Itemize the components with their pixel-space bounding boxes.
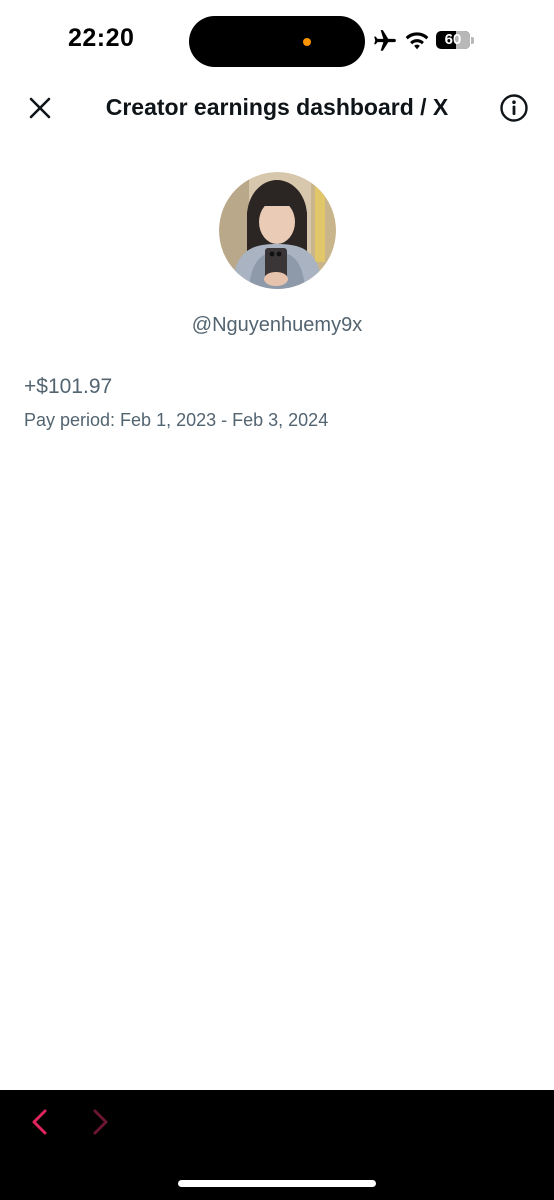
- chevron-left-icon: [32, 1109, 47, 1135]
- info-icon: [500, 94, 528, 122]
- close-icon: [29, 97, 51, 119]
- airplane-icon: [374, 30, 396, 51]
- battery-level: 60: [444, 31, 462, 48]
- username: @Nguyenhuemy9x: [191, 314, 363, 336]
- dynamic-island: [189, 16, 365, 67]
- browser-toolbar: [0, 1090, 554, 1200]
- battery-cap: [471, 37, 474, 44]
- page-title: Creator earnings dashboard / X: [105, 94, 449, 120]
- avatar[interactable]: [219, 172, 336, 289]
- home-indicator: [178, 1180, 376, 1187]
- privacy-indicator-dot: [303, 38, 311, 46]
- profile-photo: [219, 172, 336, 289]
- chevron-right-icon: [93, 1109, 108, 1135]
- close-button[interactable]: [22, 90, 58, 126]
- back-button[interactable]: [24, 1106, 56, 1138]
- pay-period: Pay period: Feb 1, 2023 - Feb 3, 2024: [24, 410, 329, 430]
- wifi-icon: [405, 32, 429, 50]
- screen: 22:20 60 Creator earnings dashboard / X …: [0, 0, 554, 1200]
- forward-button[interactable]: [84, 1106, 116, 1138]
- status-bar: 22:20 60: [0, 0, 554, 80]
- info-button[interactable]: [496, 90, 532, 126]
- status-time: 22:20: [68, 24, 135, 52]
- header: Creator earnings dashboard / X: [0, 80, 554, 136]
- battery-icon: 60: [436, 31, 470, 49]
- earnings-amount: +$101.97: [24, 375, 113, 398]
